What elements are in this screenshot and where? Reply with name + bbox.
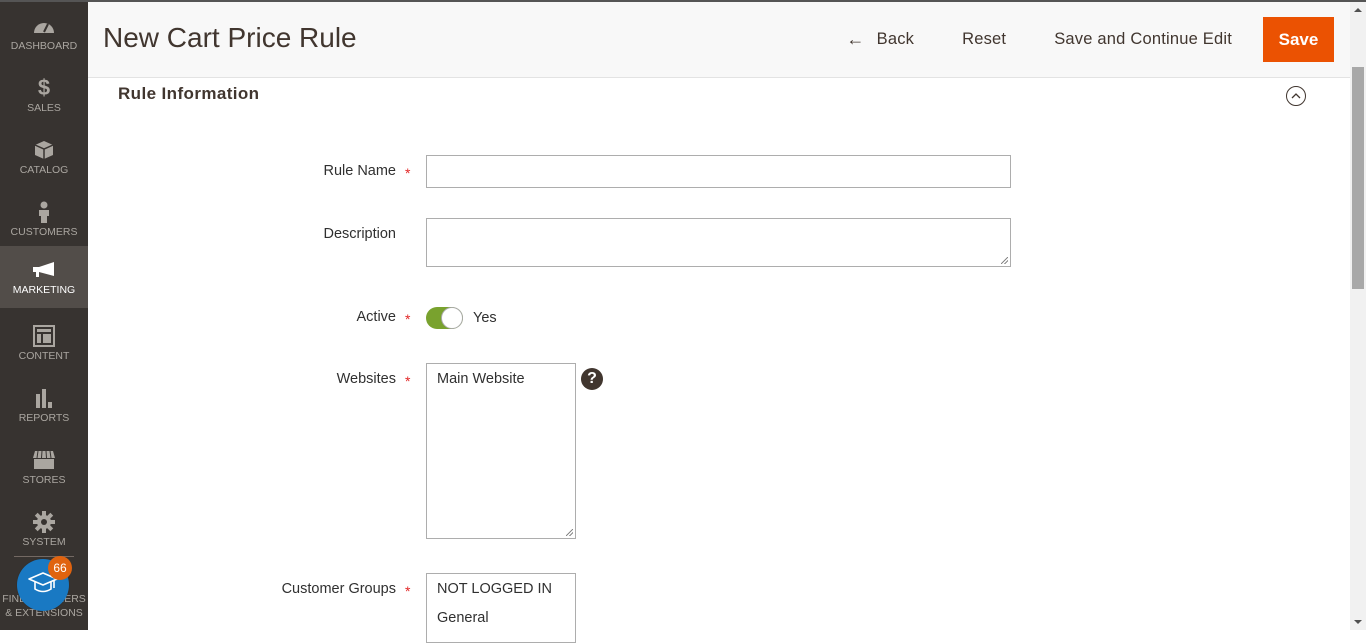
sidebar-label: Marketing (12, 284, 76, 296)
sidebar-label: Catalog (19, 164, 69, 176)
reset-button[interactable]: Reset (962, 30, 1006, 49)
sidebar-item-stores[interactable]: Stores (0, 436, 88, 498)
sidebar-label: Reports (18, 412, 70, 424)
page-actions: ← Back Reset Save and Continue Edit Save (798, 17, 1334, 62)
sidebar-label: Dashboard (10, 40, 78, 52)
section-title[interactable]: Rule Information (118, 84, 259, 104)
active-toggle-value: Yes (473, 310, 497, 326)
websites-option[interactable]: Main Website (437, 371, 525, 387)
back-button[interactable]: ← Back (846, 29, 914, 50)
customer-groups-label: Customer Groups (281, 581, 396, 597)
sidebar-item-system[interactable]: System (0, 498, 88, 560)
sidebar-label: System (22, 536, 66, 548)
required-marker: * (405, 165, 411, 181)
scroll-down-arrow-icon[interactable] (1354, 620, 1362, 624)
required-marker: * (405, 311, 411, 327)
resize-handle[interactable] (1001, 257, 1008, 264)
sidebar-label: Stores (22, 474, 66, 486)
customer-groups-multiselect[interactable]: NOT LOGGED IN General (426, 573, 576, 643)
dollar-icon: $ (37, 75, 51, 100)
sidebar-label: Content (18, 350, 70, 362)
person-icon (32, 200, 56, 224)
top-border (0, 0, 1366, 2)
required-marker: * (405, 583, 411, 599)
rule-name-label: Rule Name (323, 163, 396, 179)
sidebar-item-reports[interactable]: Reports (0, 374, 88, 436)
websites-multiselect[interactable]: Main Website (426, 363, 576, 539)
description-textarea[interactable] (426, 218, 1011, 267)
required-marker: * (405, 373, 411, 389)
bar-chart-icon (32, 386, 56, 410)
storefront-icon (32, 448, 56, 472)
customer-group-option[interactable]: NOT LOGGED IN (437, 581, 552, 597)
description-label: Description (323, 226, 396, 242)
scroll-thumb[interactable] (1352, 67, 1364, 289)
sidebar-item-sales[interactable]: $ Sales (0, 64, 88, 126)
layout-icon (32, 324, 56, 348)
box-icon (32, 138, 56, 162)
rule-name-input[interactable] (426, 155, 1011, 188)
toggle-knob (441, 307, 463, 329)
sidebar-item-content[interactable]: Content (0, 312, 88, 374)
page-scrollbar[interactable] (1350, 2, 1366, 630)
active-label: Active (356, 309, 397, 325)
sidebar-item-dashboard[interactable]: Dashboard (0, 2, 88, 64)
megaphone-icon (32, 258, 56, 282)
save-and-continue-button[interactable]: Save and Continue Edit (1054, 30, 1232, 49)
arrow-left-icon: ← (846, 29, 865, 49)
sidebar-label: Customers (10, 226, 78, 238)
sidebar-item-marketing[interactable]: Marketing (0, 246, 88, 308)
customer-group-option[interactable]: General (437, 610, 489, 626)
dashboard-icon (32, 14, 56, 38)
sidebar-label: Sales (27, 102, 61, 114)
sidebar-item-catalog[interactable]: Catalog (0, 126, 88, 188)
sidebar-item-customers[interactable]: Customers (0, 188, 88, 250)
gear-icon (32, 510, 56, 534)
chevron-up-icon[interactable] (1286, 86, 1306, 106)
notification-badge: 66 (48, 556, 72, 580)
scroll-up-arrow-icon[interactable] (1354, 8, 1362, 12)
admin-sidebar: Dashboard $ Sales Catalog Customers Mark… (0, 0, 88, 630)
active-toggle[interactable] (426, 307, 463, 329)
resize-handle[interactable] (566, 529, 573, 536)
save-button[interactable]: Save (1263, 17, 1334, 62)
page-title: New Cart Price Rule (103, 22, 357, 53)
help-icon[interactable]: ? (581, 368, 603, 390)
page-header: New Cart Price Rule ← Back Reset Save an… (88, 2, 1350, 78)
websites-label: Websites (336, 371, 396, 387)
back-label: Back (876, 30, 915, 48)
